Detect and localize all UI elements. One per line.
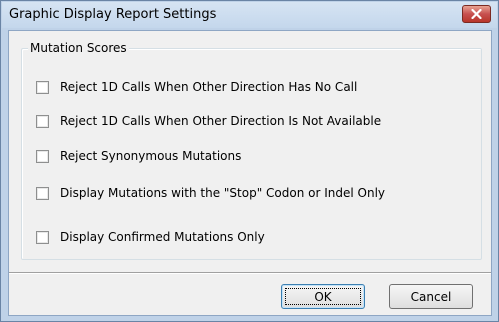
focus-rectangle xyxy=(285,288,361,305)
option-label: Reject Synonymous Mutations xyxy=(60,149,242,163)
option-label: Display Confirmed Mutations Only xyxy=(60,230,265,244)
option-label: Display Mutations with the "Stop" Codon … xyxy=(60,186,386,200)
checkbox-stop-codon-indel[interactable] xyxy=(36,186,49,200)
checkbox-confirmed-only[interactable] xyxy=(36,230,49,244)
option-stop-codon-indel[interactable]: Display Mutations with the "Stop" Codon … xyxy=(36,185,385,201)
option-reject-not-available[interactable]: Reject 1D Calls When Other Direction Is … xyxy=(36,113,381,129)
close-icon xyxy=(471,9,482,19)
title-bar[interactable]: Graphic Display Report Settings xyxy=(2,2,497,28)
button-separator xyxy=(9,272,491,274)
checkbox-reject-synonymous[interactable] xyxy=(36,149,49,163)
checkbox-reject-no-call[interactable] xyxy=(36,80,49,94)
close-button[interactable] xyxy=(462,5,491,23)
cancel-button[interactable]: Cancel xyxy=(389,284,473,309)
option-label: Reject 1D Calls When Other Direction Has… xyxy=(60,80,358,94)
checkbox-reject-not-available[interactable] xyxy=(36,114,49,128)
ok-button[interactable]: OK xyxy=(281,284,365,309)
option-reject-synonymous[interactable]: Reject Synonymous Mutations xyxy=(36,148,241,164)
window-title: Graphic Display Report Settings xyxy=(9,7,217,22)
group-label: Mutation Scores xyxy=(28,40,129,56)
dialog-window: Graphic Display Report Settings Mutation… xyxy=(0,0,499,322)
dialog-body: Mutation Scores Reject 1D Calls When Oth… xyxy=(8,30,492,316)
option-label: Reject 1D Calls When Other Direction Is … xyxy=(60,114,382,128)
option-reject-no-call[interactable]: Reject 1D Calls When Other Direction Has… xyxy=(36,79,357,95)
option-confirmed-only[interactable]: Display Confirmed Mutations Only xyxy=(36,229,265,245)
cancel-button-label: Cancel xyxy=(410,289,452,304)
